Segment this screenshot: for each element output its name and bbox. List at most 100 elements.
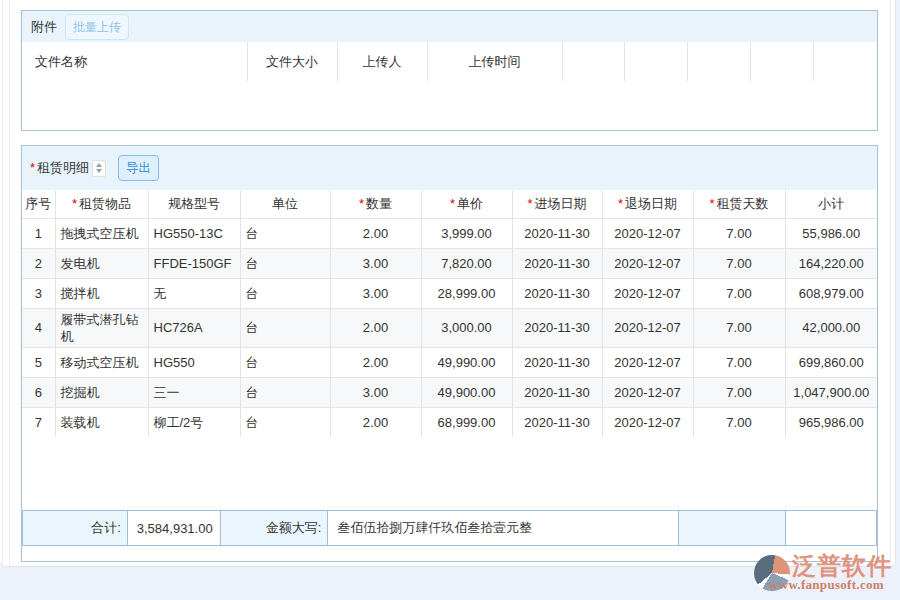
rental-column-header: *退场日期	[602, 190, 693, 218]
rental-cell: 68,999.00	[421, 407, 512, 437]
attachment-column-header: 文件名称	[22, 42, 247, 81]
rental-cell: 7.00	[693, 347, 785, 377]
rental-cell: 699,860.00	[785, 347, 877, 377]
attachments-header: 附件 批量上传	[22, 11, 877, 42]
rental-cell: 7.00	[693, 308, 785, 347]
attachment-column-header: 上传时间	[427, 42, 562, 81]
rental-footer: 合计: 3,584,931.00 金额大写: 叁佰伍拾捌万肆仟玖佰叁拾壹元整	[22, 510, 877, 546]
rental-cell: 7.00	[693, 407, 785, 437]
rental-cell: 无	[148, 278, 240, 308]
rental-cell: 台	[240, 377, 330, 407]
required-asterisk: *	[30, 160, 35, 175]
rental-cell: 164,220.00	[785, 248, 877, 278]
rental-cell: 7.00	[693, 218, 785, 248]
rental-cell: 拖拽式空压机	[55, 218, 148, 248]
rental-cell: 3.00	[330, 248, 421, 278]
rental-header: *租赁明细 导出	[22, 146, 877, 190]
rental-cell: 2020-11-30	[512, 218, 602, 248]
attachments-title: 附件	[31, 18, 57, 36]
rental-row: 2发电机FFDE-150GF台3.007,820.002020-11-30202…	[22, 248, 877, 278]
rental-cell: HG550	[148, 347, 240, 377]
rental-row: 1拖拽式空压机HG550-13C台2.003,999.002020-11-302…	[22, 218, 877, 248]
required-asterisk: *	[72, 196, 77, 211]
left-edge-line	[2, 0, 3, 566]
rental-cell: 1	[22, 218, 55, 248]
rental-cell: 5	[22, 347, 55, 377]
rental-cell: 3.00	[330, 377, 421, 407]
rental-cell: 7	[22, 407, 55, 437]
rental-cell: 柳工/2号	[148, 407, 240, 437]
rental-cell: 608,979.00	[785, 278, 877, 308]
rental-cell: HG550-13C	[148, 218, 240, 248]
sort-toggle[interactable]	[92, 160, 106, 177]
rental-column-header: *租赁物品	[55, 190, 148, 218]
sort-up-icon	[96, 163, 102, 167]
rental-cell: 965,986.00	[785, 407, 877, 437]
export-button[interactable]: 导出	[118, 155, 159, 181]
rental-row: 4履带式潜孔钻机HC726A台2.003,000.002020-11-30202…	[22, 308, 877, 347]
rental-cell: 2.00	[330, 308, 421, 347]
required-asterisk: *	[527, 196, 532, 211]
sort-down-icon	[96, 169, 102, 173]
rental-cell: 2.00	[330, 407, 421, 437]
attachment-column-header	[813, 42, 877, 81]
vendor-brand: 泛普软件	[792, 553, 892, 579]
rental-column-header: *租赁天数	[693, 190, 785, 218]
rental-cell: 2020-12-07	[602, 377, 693, 407]
total-value: 3,584,931.00	[128, 511, 221, 545]
rental-cell: 装载机	[55, 407, 148, 437]
amount-words-value: 叁佰伍拾捌万肆仟玖佰叁拾壹元整	[328, 511, 679, 545]
rental-row: 6挖掘机三一台3.0049,900.002020-11-302020-12-07…	[22, 377, 877, 407]
rental-column-header: *进场日期	[512, 190, 602, 218]
rental-cell: 2020-11-30	[512, 308, 602, 347]
required-asterisk: *	[359, 196, 364, 211]
rental-cell: 6	[22, 377, 55, 407]
rental-cell: 55,986.00	[785, 218, 877, 248]
footer-empty-box	[786, 511, 876, 545]
attachment-column-header	[562, 42, 624, 81]
rental-cell: 3,000.00	[421, 308, 512, 347]
attachment-column-header: 文件大小	[247, 42, 337, 81]
rental-column-header: 单位	[240, 190, 330, 218]
rental-column-header: 序号	[22, 190, 55, 218]
required-asterisk: *	[618, 196, 623, 211]
rental-cell: 7.00	[693, 248, 785, 278]
attachments-header-row: 文件名称文件大小上传人上传时间	[22, 42, 877, 81]
rental-cell: 2020-12-07	[602, 278, 693, 308]
rental-cell: 台	[240, 347, 330, 377]
rental-cell: 7.00	[693, 278, 785, 308]
rental-column-header: *单价	[421, 190, 512, 218]
rental-cell: 2020-12-07	[602, 308, 693, 347]
rental-cell: 搅拌机	[55, 278, 148, 308]
rental-cell: 2020-12-07	[602, 248, 693, 278]
rental-row: 3搅拌机无台3.0028,999.002020-11-302020-12-077…	[22, 278, 877, 308]
rental-row: 5移动式空压机HG550台2.0049,990.002020-11-302020…	[22, 347, 877, 377]
rental-column-header: *数量	[330, 190, 421, 218]
rental-cell: 2.00	[330, 347, 421, 377]
rental-cell: 7,820.00	[421, 248, 512, 278]
batch-upload-button[interactable]: 批量上传	[65, 14, 129, 40]
rental-cell: 台	[240, 308, 330, 347]
rental-cell: 2	[22, 248, 55, 278]
rental-cell: 台	[240, 248, 330, 278]
rental-cell: 49,900.00	[421, 377, 512, 407]
attachments-table: 文件名称文件大小上传人上传时间	[22, 42, 877, 81]
rental-cell: 2020-11-30	[512, 407, 602, 437]
left-inner-line	[9, 0, 10, 566]
attachment-column-header	[687, 42, 750, 81]
rental-title: *租赁明细	[30, 159, 89, 177]
rental-row: 7装载机柳工/2号台2.0068,999.002020-11-302020-12…	[22, 407, 877, 437]
rental-cell: 3.00	[330, 278, 421, 308]
attachments-panel: 附件 批量上传 文件名称文件大小上传人上传时间	[21, 10, 878, 131]
rental-cell: 1,047,900.00	[785, 377, 877, 407]
rental-cell: 移动式空压机	[55, 347, 148, 377]
required-asterisk: *	[450, 196, 455, 211]
rental-cell: 三一	[148, 377, 240, 407]
rental-cell: 台	[240, 218, 330, 248]
rental-cell: 3	[22, 278, 55, 308]
total-label: 合计:	[23, 511, 128, 545]
rental-column-header: 小计	[785, 190, 877, 218]
rental-table: 序号*租赁物品规格型号单位*数量*单价*进场日期*退场日期*租赁天数小计 1拖拽…	[22, 190, 877, 437]
rental-cell: 台	[240, 278, 330, 308]
rental-cell: 台	[240, 407, 330, 437]
